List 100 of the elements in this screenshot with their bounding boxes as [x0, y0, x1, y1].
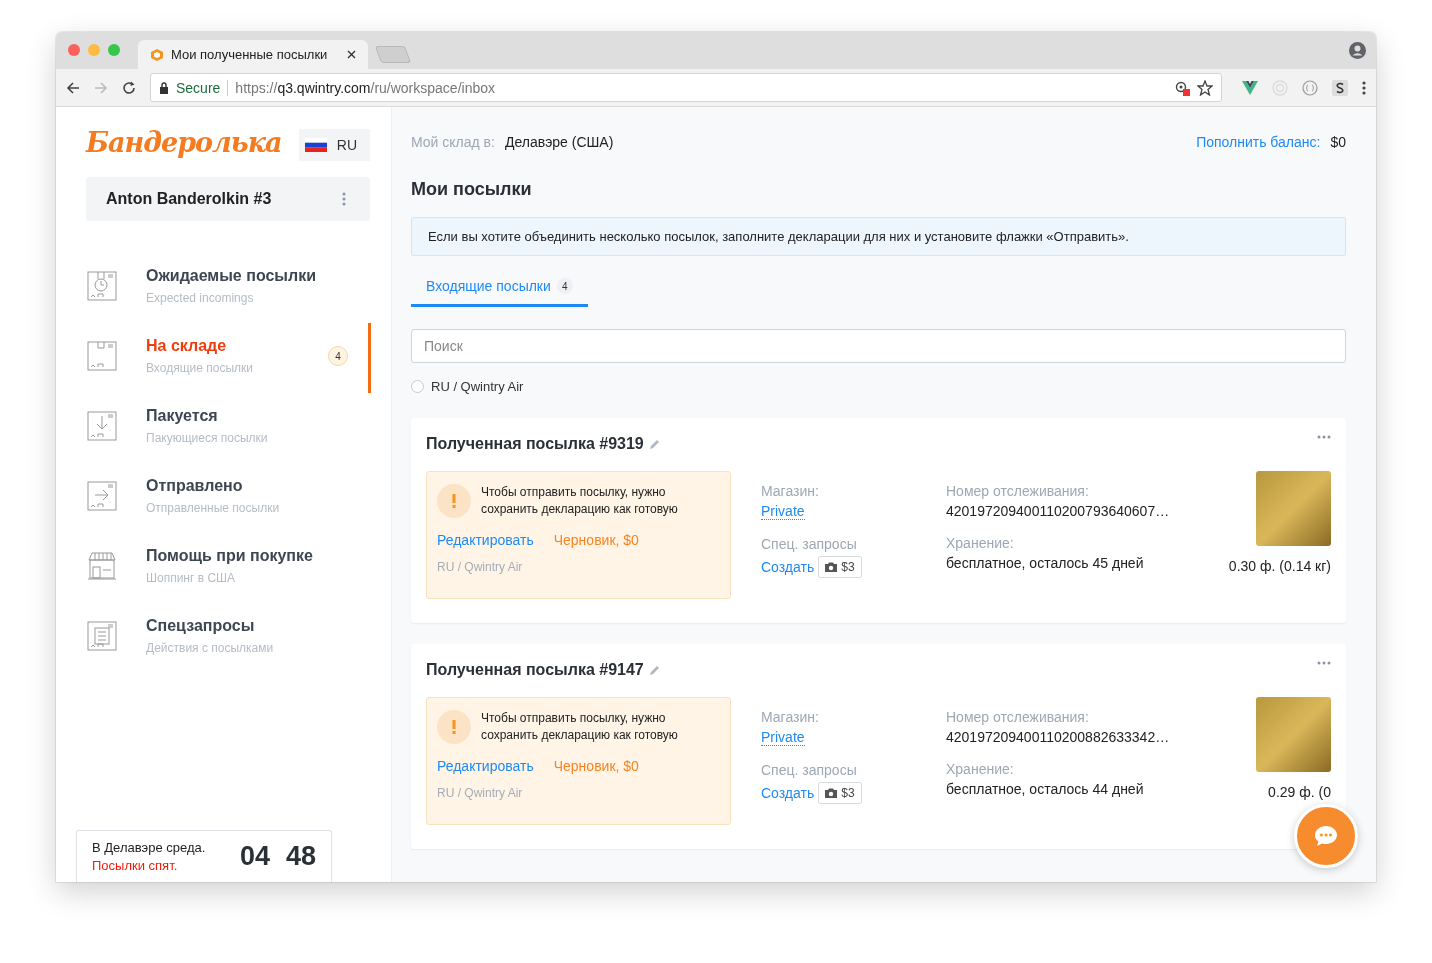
v-extension-icon[interactable]	[1242, 80, 1258, 95]
nav-item-subtitle: Expected incomings	[146, 291, 255, 305]
photo-request-button[interactable]: $3	[818, 782, 862, 804]
maximize-window-icon[interactable]	[108, 43, 120, 56]
nav-item-title: Пакуется	[146, 407, 219, 425]
tab-title: Мои полученные посылки	[171, 47, 329, 62]
nav-item-title: На складе	[146, 337, 228, 355]
location-blocked-icon[interactable]	[1174, 79, 1190, 96]
filter-label: RU / Qwintry Air	[431, 379, 524, 394]
requests-label: Спец. запросы	[761, 536, 858, 552]
profile-icon[interactable]	[1349, 42, 1366, 59]
store-label: Магазин:	[761, 483, 820, 499]
tracking-label: Номер отслеживания:	[946, 709, 1090, 725]
nav-item-title: Ожидаемые посылки	[146, 267, 317, 285]
more-icon[interactable]	[1362, 80, 1366, 95]
store-link[interactable]: Private	[761, 503, 805, 520]
nav-item[interactable]: Ожидаемые посылки Expected incomings	[86, 251, 370, 321]
braces-extension-icon[interactable]	[1302, 79, 1318, 96]
clock-minutes: 48	[285, 841, 316, 872]
count-badge: 4	[556, 278, 573, 294]
nav-item-subtitle: Входящие посылки	[146, 361, 254, 375]
shipping-route: RU / Qwintry Air	[437, 560, 524, 574]
nav-item[interactable]: Спецзапросы Действия с посылками	[86, 601, 370, 671]
create-request-link[interactable]: Создать	[761, 785, 815, 801]
storage-label: Хранение:	[946, 535, 1015, 551]
photo-placeholder[interactable]	[1256, 471, 1331, 546]
create-request-link[interactable]: Создать	[761, 559, 815, 575]
parcel-title: Полученная посылка #9319	[426, 435, 644, 453]
page-heading: Мои посылки	[411, 179, 533, 200]
warning-text: Чтобы отправить посылку, нужно сохранить декларацию как готовую	[481, 484, 679, 518]
nav-item-subtitle: Отправленные посылки	[146, 501, 281, 515]
address-bar[interactable]: Secure https://q3.qwintry.com/ru/workspace/inbox	[150, 73, 1222, 102]
info-notice: Если вы хотите объединить несколько посылок, заполните декларации для них и установите флажки «Отправить».	[411, 217, 1346, 256]
clock-hours: 04	[239, 841, 270, 872]
star-icon[interactable]	[1197, 79, 1213, 96]
reload-icon[interactable]	[122, 80, 136, 95]
warning-text: Чтобы отправить посылку, нужно сохранить декларацию как готовую	[481, 710, 679, 744]
cube-icon	[150, 47, 164, 62]
exclamation-icon	[437, 710, 471, 744]
storage-info: бесплатное, осталось 45 дней	[946, 555, 1145, 571]
nav-item-subtitle: Шоппинг в США	[146, 571, 237, 585]
parcels-tab[interactable]: Входящие посылки 4	[411, 278, 588, 307]
nav-item[interactable]: Отправлено Отправленные посылки	[86, 461, 370, 531]
nav-item-subtitle: Пакующиеся посылки	[146, 431, 269, 445]
parcel-title: Полученная посылка #9147	[426, 661, 644, 679]
nav-item[interactable]: Помощь при покупке Шоппинг в США	[86, 531, 370, 601]
nav-item[interactable]: На складе Входящие посылки 4	[86, 321, 370, 391]
browser-tab[interactable]: Мои полученные посылки	[138, 40, 368, 69]
pencil-icon[interactable]	[648, 438, 660, 450]
shipping-route: RU / Qwintry Air	[437, 786, 524, 800]
nav-item-title: Отправлено	[146, 477, 244, 495]
tracking-number: 420197209400110200793640607…	[946, 503, 1170, 519]
close-window-icon[interactable]	[68, 43, 80, 56]
declaration-status: Черновик, $0	[553, 532, 639, 548]
language-button[interactable]: RU	[298, 128, 370, 161]
account-name: Anton Banderolkin #3	[106, 190, 272, 208]
secure-label: Secure	[176, 79, 221, 96]
search-field[interactable]: Поиск	[411, 329, 1346, 363]
warehouse-name[interactable]: Делавэре (США)	[504, 134, 614, 150]
camera-icon	[825, 562, 838, 572]
url-text: https://q3.qwintry.com/ru/workspace/inbox	[235, 79, 495, 96]
radio-button[interactable]	[411, 380, 424, 393]
nav-item-subtitle: Действия с посылками	[146, 641, 275, 655]
tracking-number: 420197209400110200882633342…	[946, 729, 1170, 745]
declaration-status: Черновик, $0	[553, 758, 639, 774]
balance-amount: $0	[1330, 134, 1346, 150]
store-label: Магазин:	[761, 709, 820, 725]
flag-icon	[304, 137, 327, 152]
local-day-text: В Делавэре среда.	[92, 840, 207, 855]
close-icon[interactable]	[347, 50, 356, 59]
warehouse-status-text: Посылки спят.	[92, 858, 179, 873]
tab-label: Входящие посылки	[426, 278, 551, 294]
camera-icon	[825, 788, 838, 798]
speech-bubble-icon	[1314, 825, 1338, 847]
box-clock-icon	[86, 270, 118, 302]
shop-icon	[86, 550, 118, 582]
tracking-label: Номер отслеживания:	[946, 483, 1090, 499]
count-badge: 4	[328, 346, 348, 366]
warehouse-label: Мой склад в:	[411, 134, 495, 150]
forward-icon[interactable]	[94, 80, 108, 95]
nav-item-title: Спецзапросы	[146, 617, 256, 635]
store-link[interactable]: Private	[761, 729, 805, 746]
back-icon[interactable]	[66, 80, 80, 95]
account-selector[interactable]: Anton Banderolkin #3	[86, 177, 370, 221]
nav-item[interactable]: Пакуется Пакующиеся посылки	[86, 391, 370, 461]
photo-request-button[interactable]: $3	[818, 556, 862, 578]
exclamation-icon	[437, 484, 471, 518]
storage-info: бесплатное, осталось 44 дней	[946, 781, 1145, 797]
parcel-weight: 0.29 ф. (0	[1268, 784, 1331, 800]
pencil-icon[interactable]	[648, 664, 660, 676]
nav-item-title: Помощь при покупке	[146, 547, 314, 565]
minimize-window-icon[interactable]	[88, 43, 100, 56]
s-extension-icon[interactable]	[1332, 79, 1348, 96]
list-box-icon	[86, 620, 118, 652]
lock-icon	[159, 81, 169, 94]
photo-placeholder[interactable]	[1256, 697, 1331, 772]
box-icon	[86, 340, 118, 372]
parcel-weight: 0.30 ф. (0.14 кг)	[1228, 558, 1331, 574]
requests-label: Спец. запросы	[761, 762, 858, 778]
storage-label: Хранение:	[946, 761, 1015, 777]
